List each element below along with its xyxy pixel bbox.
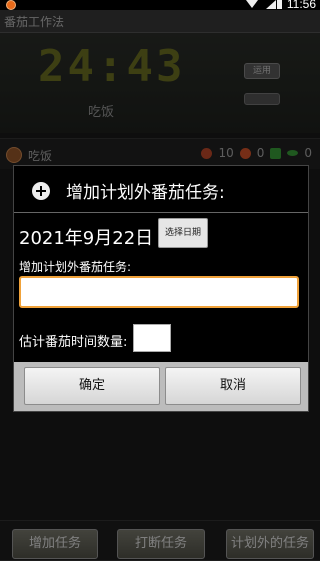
selected-date: 2021年9月22日 — [19, 228, 154, 249]
pick-date-button[interactable]: 选择日期 — [158, 218, 208, 248]
cell-signal-icon — [266, 0, 276, 9]
count-field-label: 估计番茄时间数量: — [19, 335, 128, 350]
status-bar: 11:56 — [0, 0, 320, 11]
app-notification-icon — [6, 0, 16, 10]
battery-icon — [277, 0, 282, 9]
task-field-label: 增加计划外番茄任务: — [19, 260, 132, 274]
dialog-header: 增加计划外番茄任务: — [14, 166, 308, 210]
tomato-count-input[interactable] — [133, 324, 171, 352]
confirm-button[interactable]: 确定 — [24, 367, 160, 405]
divider — [14, 212, 308, 213]
dialog-title: 增加计划外番茄任务: — [66, 183, 225, 203]
wifi-icon — [246, 0, 258, 8]
dialog-button-bar: 确定 取消 — [14, 362, 308, 411]
cancel-button[interactable]: 取消 — [165, 367, 301, 405]
plus-icon — [32, 182, 50, 200]
add-unplanned-task-dialog: 增加计划外番茄任务: 2021年9月22日 选择日期 增加计划外番茄任务: 估计… — [13, 165, 309, 412]
task-name-input[interactable] — [19, 276, 299, 308]
